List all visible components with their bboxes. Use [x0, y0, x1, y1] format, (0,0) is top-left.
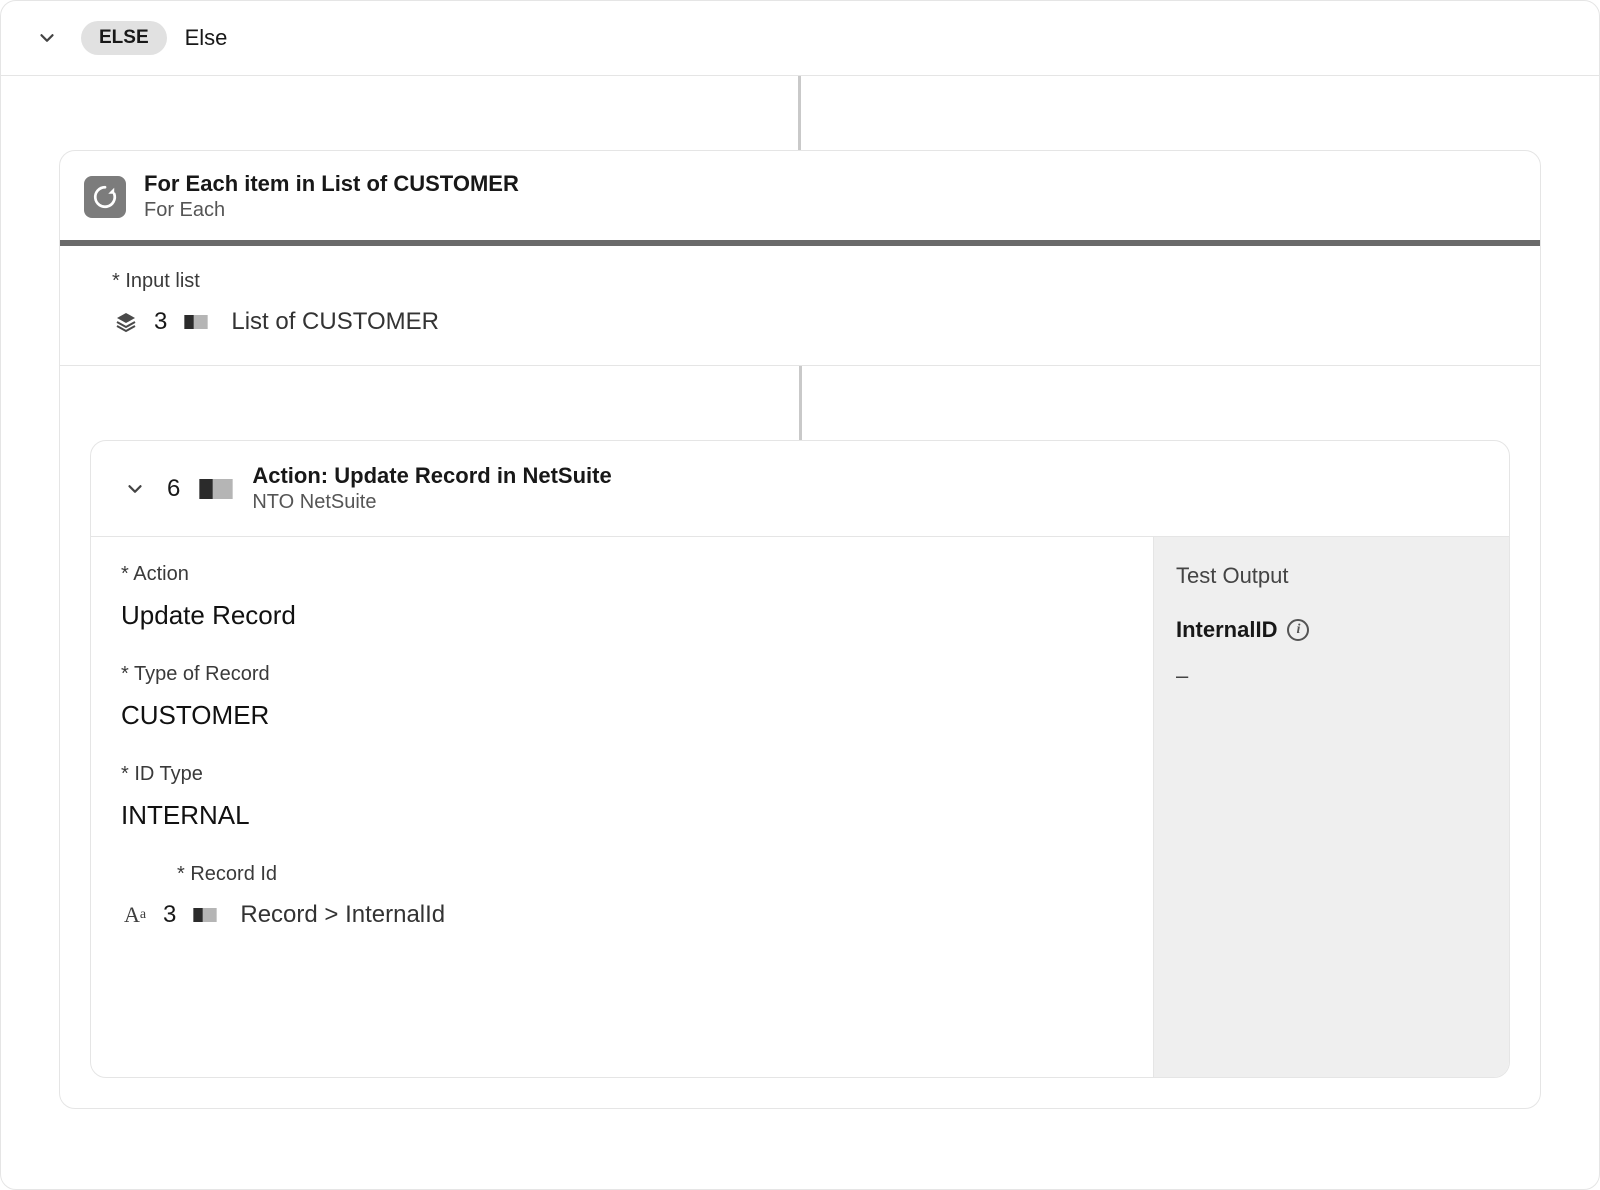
- output-value: –: [1176, 663, 1487, 689]
- foreach-title: For Each item in List of CUSTOMER: [144, 171, 519, 197]
- loop-icon: [84, 176, 126, 218]
- foreach-title-block: For Each item in List of CUSTOMER For Ea…: [144, 171, 519, 222]
- field-type-of-record[interactable]: * Type of Record CUSTOMER: [121, 663, 1123, 731]
- foreach-subtitle: For Each: [144, 199, 519, 222]
- chevron-down-icon[interactable]: [31, 22, 63, 54]
- field-value: Update Record: [121, 600, 1123, 631]
- field-label: * Action: [121, 563, 1123, 586]
- info-icon[interactable]: i: [1287, 619, 1309, 641]
- netsuite-icon: [181, 307, 211, 337]
- test-output-title: Test Output: [1176, 563, 1487, 589]
- action-step: 6: [167, 475, 180, 503]
- field-label: * Record Id: [177, 863, 1123, 886]
- input-list-value: List of CUSTOMER: [231, 308, 439, 336]
- netsuite-icon: [190, 900, 220, 930]
- action-subtitle: NTO NetSuite: [252, 491, 611, 514]
- record-id-step: 3: [163, 901, 176, 929]
- chevron-down-icon[interactable]: [119, 473, 151, 505]
- else-label: Else: [185, 25, 228, 51]
- input-list-step: 3: [154, 308, 167, 336]
- text-type-icon: Aa: [121, 901, 149, 929]
- else-badge: ELSE: [81, 21, 167, 55]
- foreach-header[interactable]: For Each item in List of CUSTOMER For Ea…: [60, 151, 1540, 240]
- foreach-card[interactable]: For Each item in List of CUSTOMER For Ea…: [59, 150, 1541, 1109]
- input-list-label: * Input list: [112, 270, 1514, 293]
- input-list-value-row[interactable]: 3 List of CUSTOMER: [112, 307, 1514, 337]
- field-record-id[interactable]: * Record Id Aa 3 Record > InternalId: [121, 863, 1123, 930]
- field-value: INTERNAL: [121, 800, 1123, 831]
- action-title: Action: Update Record in NetSuite: [252, 463, 611, 489]
- layers-icon: [112, 308, 140, 336]
- action-header[interactable]: 6 Action: Update Record in NetSuite NTO …: [91, 441, 1509, 537]
- input-list-section: * Input list 3 List of CUSTOMER: [60, 246, 1540, 366]
- field-value: CUSTOMER: [121, 700, 1123, 731]
- field-action[interactable]: * Action Update Record: [121, 563, 1123, 631]
- connector-line: [799, 366, 802, 440]
- record-id-value: Record > InternalId: [240, 901, 445, 929]
- field-label: * Type of Record: [121, 663, 1123, 686]
- netsuite-icon: [196, 469, 236, 509]
- field-label: * ID Type: [121, 763, 1123, 786]
- field-id-type[interactable]: * ID Type INTERNAL: [121, 763, 1123, 831]
- else-bar[interactable]: ELSE Else: [1, 1, 1599, 76]
- output-name: InternalID: [1176, 617, 1277, 643]
- test-output-panel: Test Output InternalID i –: [1153, 537, 1509, 1077]
- action-title-block: Action: Update Record in NetSuite NTO Ne…: [252, 463, 611, 514]
- connector-line: [798, 76, 801, 150]
- action-card[interactable]: 6 Action: Update Record in NetSuite NTO …: [90, 440, 1510, 1078]
- test-output-row: InternalID i: [1176, 617, 1487, 643]
- flow-canvas: ELSE Else For Each item in List of CUSTO…: [0, 0, 1600, 1190]
- action-fields: * Action Update Record * Type of Record …: [91, 537, 1153, 1077]
